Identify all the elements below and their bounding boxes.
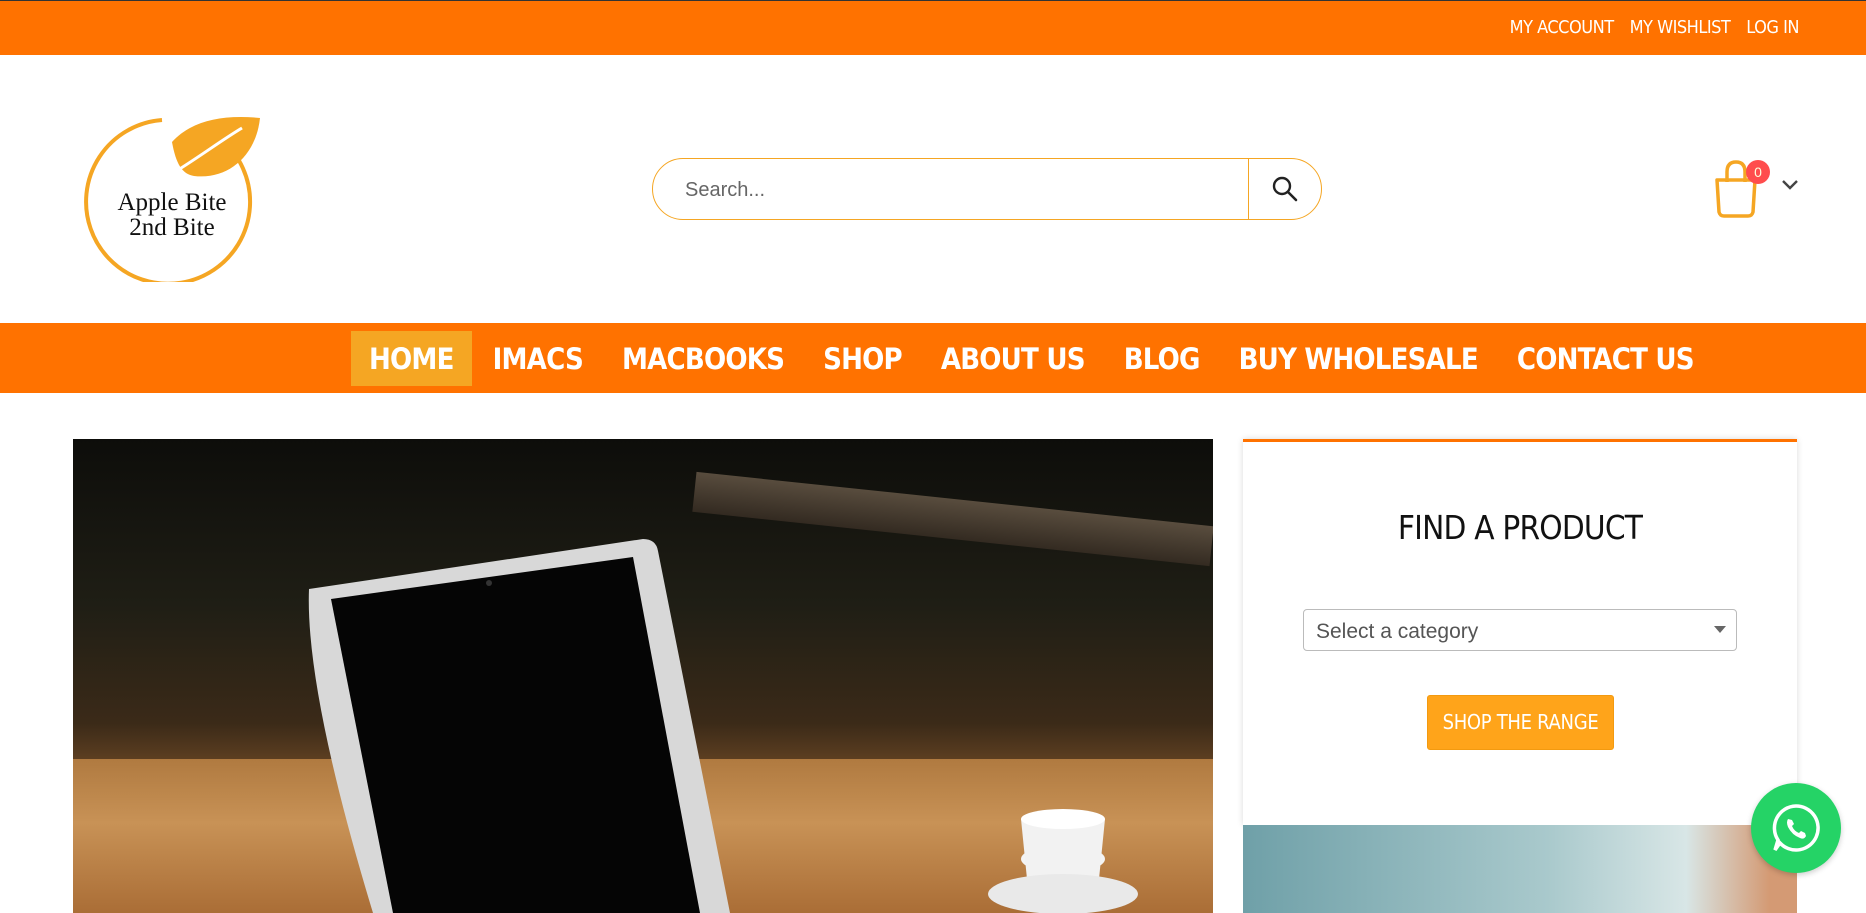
logo-text-line2: 2nd Bite	[129, 214, 214, 241]
sidebar-promo-image[interactable]	[1243, 825, 1797, 913]
search-bar	[652, 158, 1322, 220]
category-select-value: Select a category	[1316, 620, 1479, 643]
nav-item-imacs[interactable]: IMACS	[475, 331, 601, 386]
nav-item-shop[interactable]: SHOP	[805, 331, 920, 386]
chevron-down-icon[interactable]	[1781, 179, 1799, 191]
nav-item-blog[interactable]: BLOG	[1106, 331, 1218, 386]
widget-title: FIND A PRODUCT	[1397, 508, 1643, 547]
hero-image[interactable]	[73, 439, 1213, 913]
main-navigation: HOME IMACS MACBOOKS SHOP ABOUT US BLOG B…	[0, 323, 1866, 393]
search-button[interactable]	[1248, 159, 1321, 219]
whatsapp-chat-button[interactable]	[1751, 783, 1841, 873]
log-in-link[interactable]: LOG IN	[1746, 17, 1799, 38]
dropdown-arrow-icon	[1714, 626, 1726, 633]
my-account-link[interactable]: MY ACCOUNT	[1510, 17, 1614, 38]
account-links: MY ACCOUNT MY WISHLIST LOG IN	[1510, 17, 1800, 38]
nav-item-contact-us[interactable]: CONTACT US	[1499, 331, 1712, 386]
whatsapp-icon	[1772, 804, 1820, 852]
find-product-widget: FIND A PRODUCT Select a category SHOP TH…	[1243, 439, 1797, 825]
nav-item-home[interactable]: HOME	[351, 331, 472, 386]
nav-item-macbooks[interactable]: MACBOOKS	[604, 331, 802, 386]
search-icon	[1272, 176, 1298, 202]
leaf-logo-icon	[172, 117, 260, 177]
cart-count-badge: 0	[1746, 160, 1770, 184]
laptop-illustration	[308, 539, 1138, 913]
site-logo[interactable]: Apple Bite 2nd Bite	[72, 100, 266, 282]
logo-text-line1: Apple Bite	[117, 189, 226, 216]
search-input[interactable]	[683, 173, 1247, 207]
my-wishlist-link[interactable]: MY WISHLIST	[1630, 17, 1731, 38]
shop-the-range-button[interactable]: SHOP THE RANGE	[1427, 695, 1614, 750]
top-utility-bar: MY ACCOUNT MY WISHLIST LOG IN	[0, 0, 1866, 55]
nav-item-buy-wholesale[interactable]: BUY WHOLESALE	[1221, 331, 1496, 386]
nav-item-about-us[interactable]: ABOUT US	[923, 331, 1103, 386]
category-select[interactable]: Select a category	[1303, 609, 1737, 651]
